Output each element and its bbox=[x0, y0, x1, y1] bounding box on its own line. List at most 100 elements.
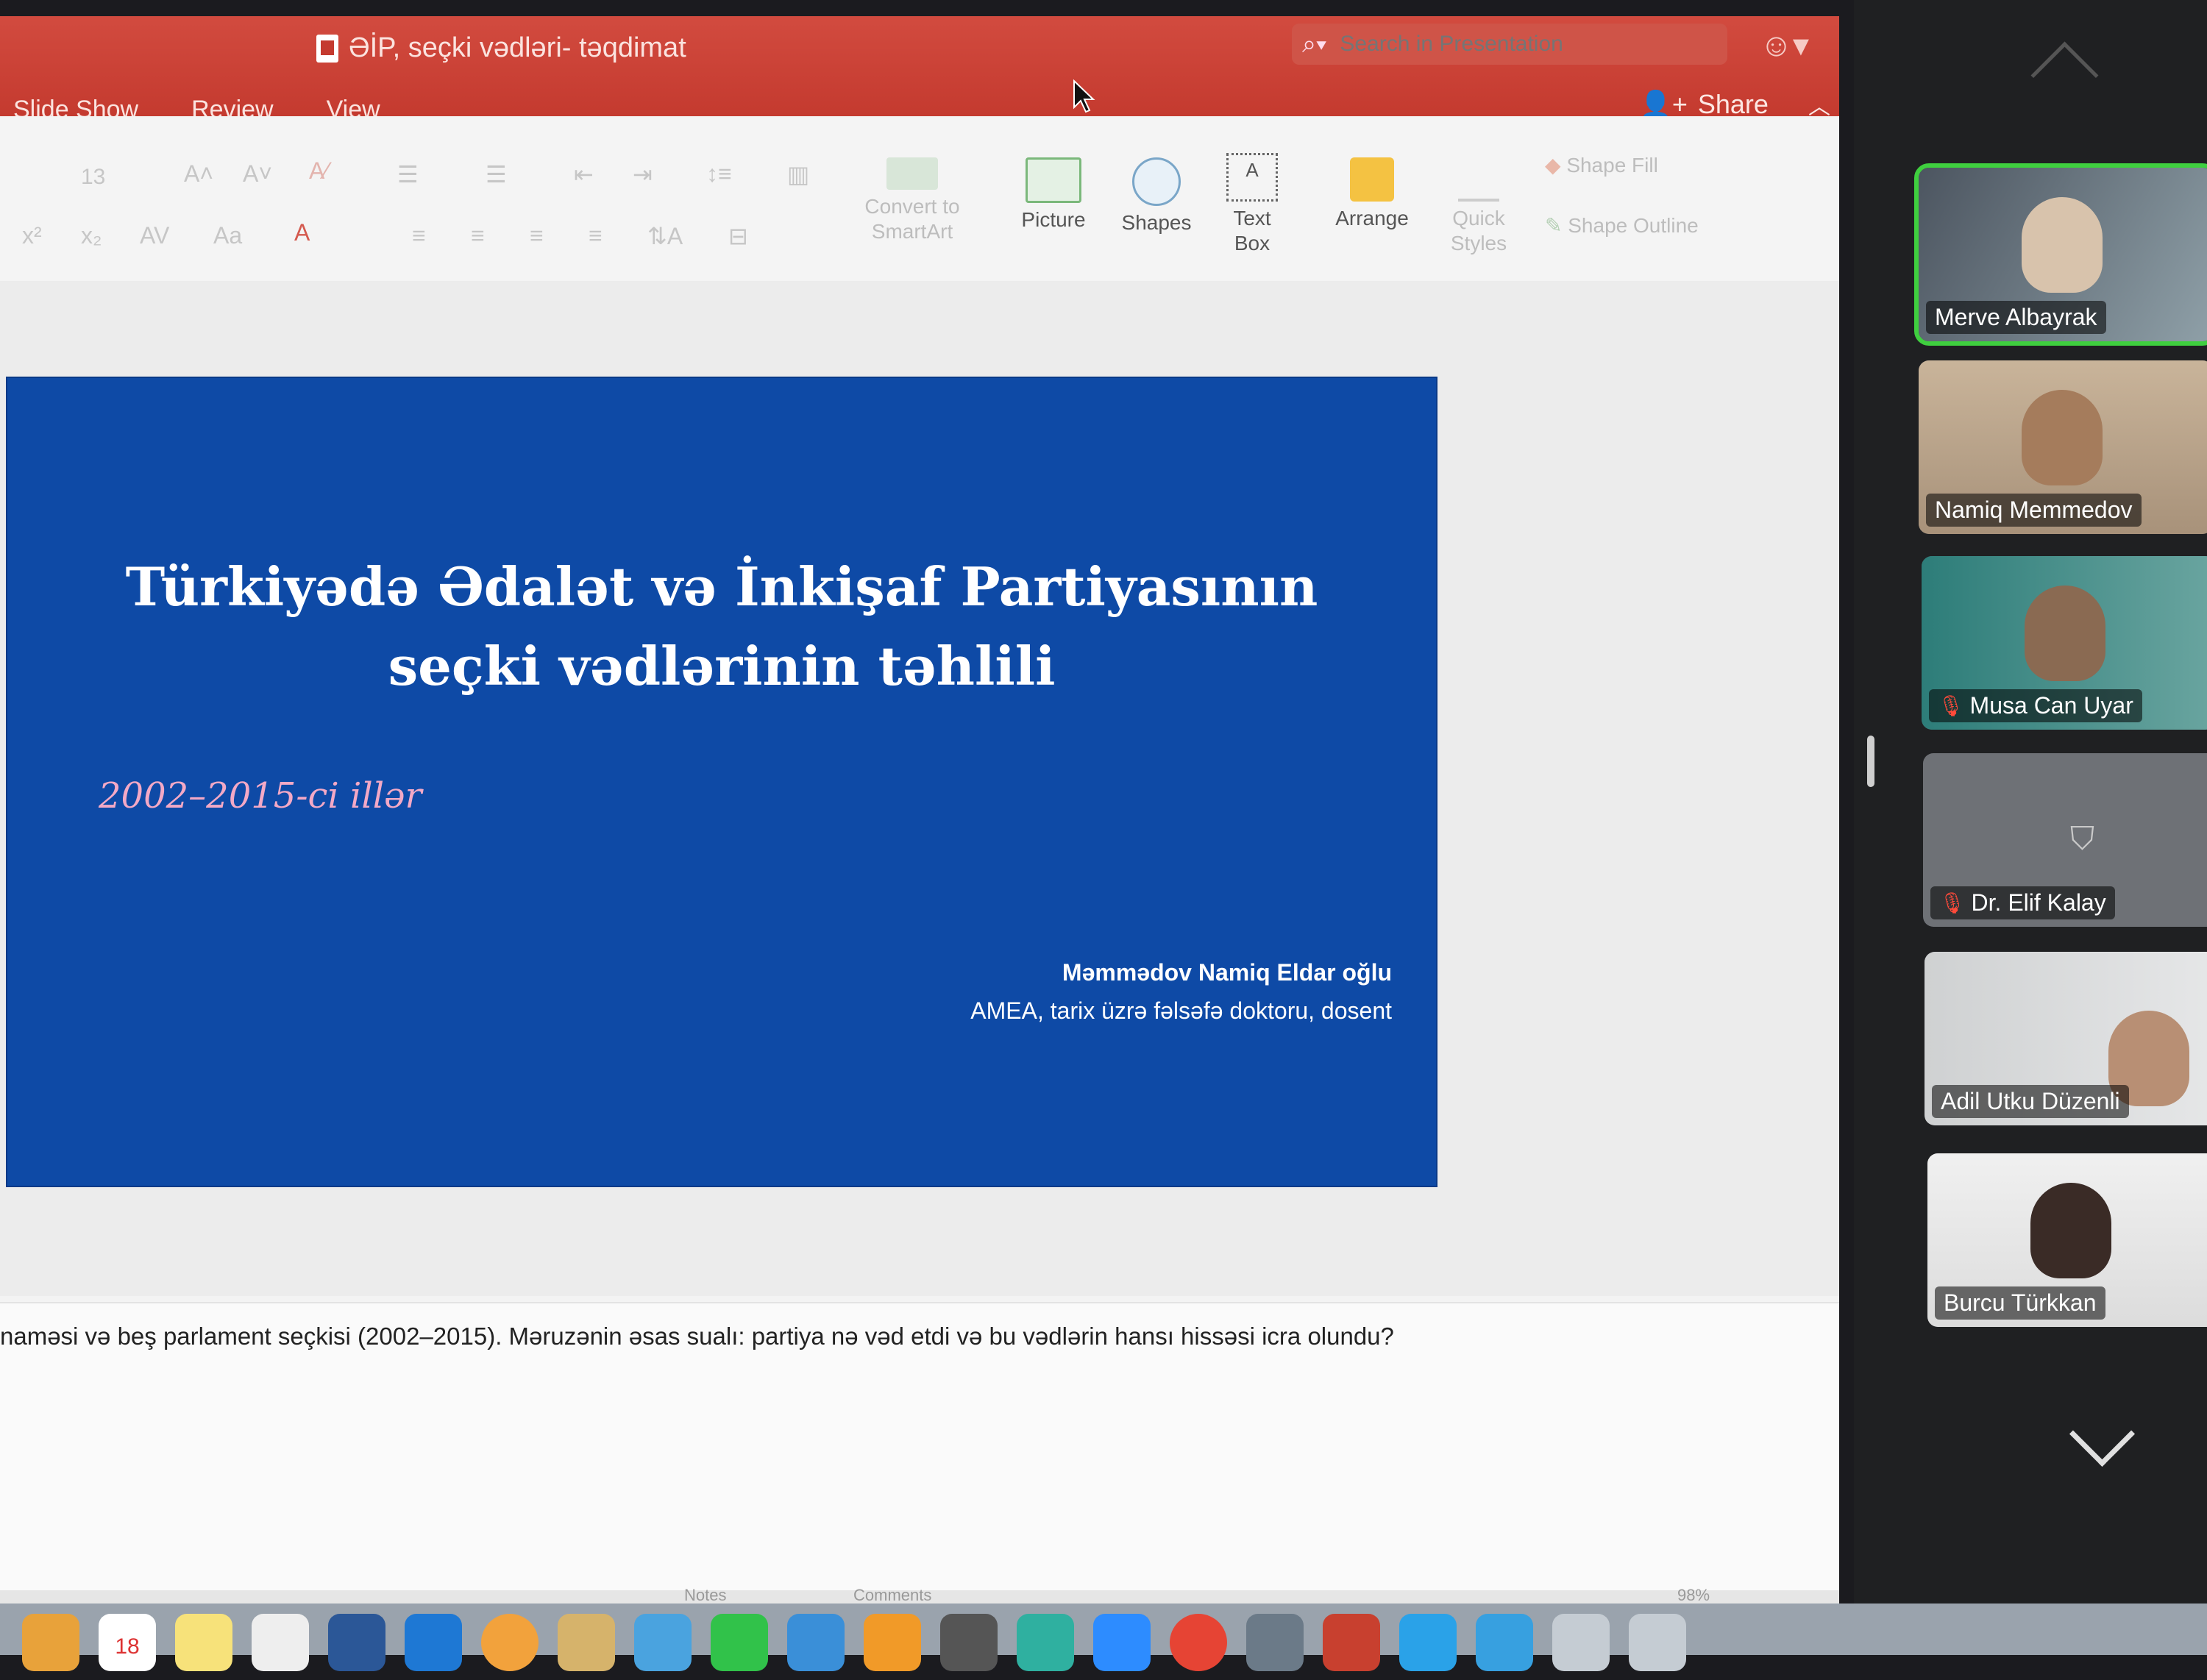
finder-app-icon[interactable] bbox=[22, 1614, 79, 1671]
arrange-button[interactable]: Arrange bbox=[1324, 157, 1420, 231]
text-box-icon: A bbox=[1226, 153, 1278, 202]
outlook-app-icon[interactable] bbox=[405, 1614, 462, 1671]
clear-format-icon[interactable]: A⁄ bbox=[309, 157, 329, 185]
participant-video bbox=[2022, 197, 2103, 293]
align-text-icon[interactable]: ⊟ bbox=[728, 222, 748, 250]
feedback-smiley-icon[interactable]: ☺▾ bbox=[1760, 26, 1809, 64]
notes-app-icon[interactable] bbox=[175, 1614, 232, 1671]
bullets-icon[interactable]: ☰ bbox=[397, 160, 419, 188]
author-position: AMEA, tarix üzrə fəlsəfə doktoru, dosent bbox=[970, 997, 1392, 1024]
notes-toggle[interactable]: Notes bbox=[684, 1586, 726, 1605]
slide-subtitle[interactable]: 2002–2015-ci illər bbox=[99, 775, 422, 816]
decrease-font-icon[interactable]: A˅ bbox=[243, 160, 272, 188]
increase-font-icon[interactable]: A˄ bbox=[184, 160, 213, 188]
notes-pane[interactable]: naməsi və beş parlament seçkisi (2002–20… bbox=[0, 1302, 1839, 1590]
macos-dock: 18 bbox=[0, 1604, 2207, 1671]
change-case-icon[interactable]: Aa bbox=[213, 222, 242, 249]
font-color-icon[interactable]: A bbox=[294, 219, 310, 246]
muted-mic-icon: 🎙 bbox=[1938, 694, 1964, 717]
notes-text: naməsi və beş parlament seçkisi (2002–20… bbox=[0, 1323, 1394, 1350]
books-app-icon[interactable] bbox=[864, 1614, 921, 1671]
participant-name: Merve Albayrak bbox=[1926, 301, 2106, 334]
participant-name: 🎙 Dr. Elif Kalay bbox=[1930, 886, 2115, 919]
indent-icon[interactable]: ⇥ bbox=[633, 160, 653, 188]
outdent-icon[interactable]: ⇤ bbox=[574, 160, 594, 188]
slide-title[interactable]: Türkiyədə Ədalət və İnkişaf Partiyasının… bbox=[7, 547, 1436, 706]
pen-icon: ✎ bbox=[1545, 214, 1568, 237]
superscript-icon[interactable]: x² bbox=[22, 222, 42, 249]
participant-name: 🎙 Musa Can Uyar bbox=[1929, 689, 2142, 722]
search-box[interactable]: ⌕▾ bbox=[1292, 24, 1727, 65]
paint-bucket-icon: ◆ bbox=[1545, 154, 1567, 177]
recent-document-icon[interactable] bbox=[1629, 1614, 1686, 1671]
share-label: Share bbox=[1697, 89, 1769, 119]
document-icon bbox=[316, 34, 338, 63]
zoom-level[interactable]: 98% bbox=[1677, 1586, 1710, 1605]
title-bar: ƏİP, seçki vədləri- təqdimat ⌕▾ ☺▾ Slide… bbox=[0, 16, 1839, 124]
preview-app-icon[interactable] bbox=[558, 1614, 615, 1671]
reminders-app-icon[interactable] bbox=[252, 1614, 309, 1671]
picture-icon bbox=[1026, 157, 1081, 203]
teams-app-icon[interactable] bbox=[1017, 1614, 1074, 1671]
mouse-cursor-icon bbox=[1073, 79, 1095, 113]
participant-name: Namiq Memmedov bbox=[1926, 494, 2142, 527]
participant-video bbox=[2025, 585, 2105, 681]
align-center-icon[interactable]: ≡ bbox=[471, 222, 485, 249]
slide-author-block[interactable]: Məmmədov Namiq Eldar oğlu AMEA, tarix üz… bbox=[970, 953, 1392, 1030]
calendar-app-icon[interactable]: 18 bbox=[99, 1614, 156, 1671]
slide-editing-area: Türkiyədə Ədalət və İnkişaf Partiyasının… bbox=[0, 281, 1839, 1296]
downloads-folder-icon[interactable] bbox=[1476, 1614, 1533, 1671]
screenshot-app-icon[interactable] bbox=[1246, 1614, 1304, 1671]
quick-styles-button[interactable]: Quick Styles bbox=[1442, 157, 1515, 256]
powerpoint-window: ƏİP, seçki vədləri- təqdimat ⌕▾ ☺▾ Slide… bbox=[0, 16, 1839, 1605]
recent-document-icon[interactable] bbox=[1552, 1614, 1610, 1671]
align-left-icon[interactable]: ≡ bbox=[412, 222, 426, 249]
shape-outline-button[interactable]: ✎ Shape Outline bbox=[1545, 213, 1699, 238]
shape-fill-button[interactable]: ◆ Shape Fill bbox=[1545, 153, 1658, 178]
numbering-icon[interactable]: ☰ bbox=[486, 160, 507, 188]
comments-toggle[interactable]: Comments bbox=[853, 1586, 931, 1605]
word-app-icon[interactable] bbox=[328, 1614, 385, 1671]
participant-tile-adil[interactable]: Adil Utku Düzenli bbox=[1925, 952, 2207, 1125]
participant-video bbox=[2030, 1183, 2111, 1278]
facetime-app-icon[interactable] bbox=[711, 1614, 768, 1671]
document-title-text: ƏİP, seçki vədləri- təqdimat bbox=[349, 32, 686, 63]
search-icon: ⌕▾ bbox=[1302, 29, 1327, 58]
system-preferences-app-icon[interactable] bbox=[940, 1614, 998, 1671]
character-spacing-icon[interactable]: AV bbox=[140, 222, 169, 249]
muted-mic-icon: 🎙 bbox=[1939, 891, 1966, 914]
text-box-button[interactable]: A Text Box bbox=[1215, 153, 1289, 256]
zoom-app-icon[interactable] bbox=[1093, 1614, 1151, 1671]
subscript-icon[interactable]: x₂ bbox=[81, 222, 102, 249]
convert-smartart-button[interactable]: Convert to SmartArt bbox=[853, 157, 971, 244]
picture-button[interactable]: Picture bbox=[1009, 157, 1098, 232]
gallery-resize-handle[interactable] bbox=[1867, 736, 1874, 787]
keynote-app-icon[interactable] bbox=[634, 1614, 692, 1671]
author-name: Məmmədov Namiq Eldar oğlu bbox=[1062, 959, 1392, 986]
powerpoint-app-icon[interactable] bbox=[1323, 1614, 1380, 1671]
justify-icon[interactable]: ≡ bbox=[589, 222, 603, 249]
safari-app-icon[interactable] bbox=[1399, 1614, 1457, 1671]
photos-app-icon[interactable] bbox=[481, 1614, 539, 1671]
participant-name: Burcu Türkkan bbox=[1935, 1286, 2105, 1320]
line-spacing-icon[interactable]: ↕≡ bbox=[706, 160, 732, 188]
search-input[interactable] bbox=[1338, 31, 1695, 57]
participant-tile-musa[interactable]: 🎙 Musa Can Uyar bbox=[1922, 556, 2207, 730]
participant-tile-burcu[interactable]: Burcu Türkkan bbox=[1927, 1153, 2207, 1327]
current-slide[interactable]: Türkiyədə Ədalət və İnkişaf Partiyasının… bbox=[6, 377, 1437, 1187]
smartart-icon bbox=[886, 157, 938, 190]
font-size-field[interactable]: 13 bbox=[81, 165, 105, 190]
add-person-icon: 👤+ bbox=[1639, 89, 1688, 119]
chrome-app-icon[interactable] bbox=[1170, 1614, 1227, 1671]
participant-tile-elif[interactable]: ⛉ 🎙 Dr. Elif Kalay bbox=[1923, 753, 2207, 927]
app-store-app-icon[interactable] bbox=[787, 1614, 845, 1671]
quick-styles-icon bbox=[1458, 157, 1499, 202]
columns-icon[interactable]: ▥ bbox=[787, 160, 809, 188]
participant-tile-merve[interactable]: Merve Albayrak bbox=[1914, 163, 2207, 346]
align-right-icon[interactable]: ≡ bbox=[530, 222, 544, 249]
text-direction-icon[interactable]: ⇅A bbox=[647, 222, 683, 250]
participant-name: Adil Utku Düzenli bbox=[1932, 1085, 2129, 1118]
shapes-button[interactable]: Shapes bbox=[1112, 157, 1201, 235]
participant-tile-namiq[interactable]: Namiq Memmedov bbox=[1919, 360, 2207, 534]
ribbon: 13 A˄ A˅ A⁄ ☰ ☰ ⇤ ⇥ ↕≡ ▥ x² x₂ AV Aa A ≡… bbox=[0, 116, 1839, 282]
